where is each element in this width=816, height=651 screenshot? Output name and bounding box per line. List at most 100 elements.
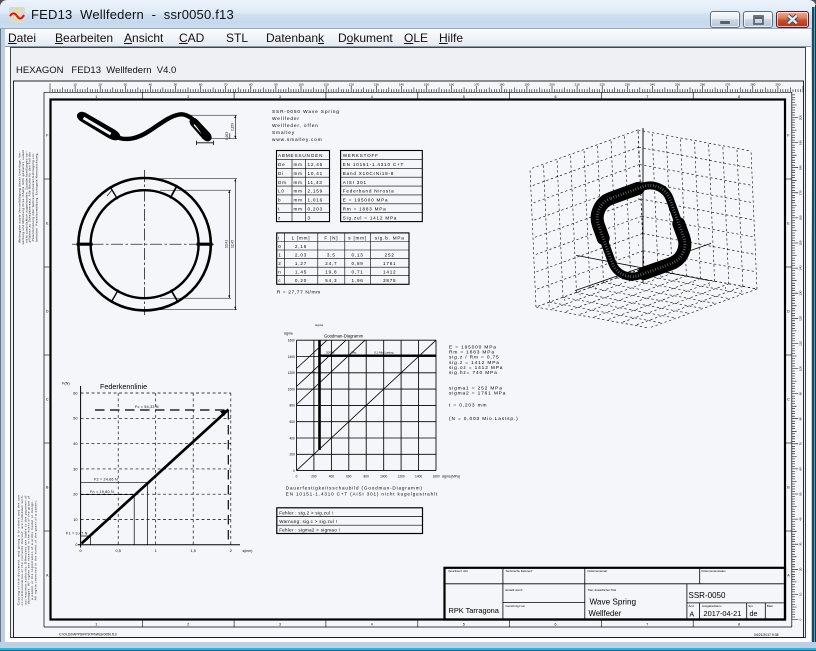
svg-text:SSR-0050 Wave Spring: SSR-0050 Wave Spring	[272, 109, 340, 115]
svg-text:170: 170	[474, 83, 479, 87]
svg-text:Wellfeder, offen: Wellfeder, offen	[272, 123, 319, 129]
svg-text:(N = 0,003 Mio.Lastsp.): (N = 0,003 Mio.Lastsp.)	[449, 416, 519, 422]
svg-text:80: 80	[249, 83, 253, 87]
svg-text:260: 260	[700, 83, 705, 87]
svg-text:mm: mm	[294, 180, 303, 185]
svg-text:19,8: 19,8	[325, 270, 337, 275]
svg-text:40: 40	[799, 517, 803, 521]
svg-text:behalten. Patentanmeldung. Erz: behalten. Patentanmeldung. Erzeugnis-Ken…	[35, 152, 39, 242]
svg-text:0,203: 0,203	[225, 132, 229, 140]
svg-text:F(N): F(N)	[62, 382, 70, 386]
svg-text:5: 5	[463, 95, 465, 99]
svg-text:2,159: 2,159	[231, 123, 235, 131]
svg-text:Änd.: Änd.	[689, 604, 695, 608]
svg-text:Goodman-Diagramm: Goodman-Diagramm	[324, 334, 364, 339]
svg-text:20: 20	[799, 567, 803, 571]
svg-text:1: 1	[278, 252, 281, 257]
svg-text:Wellfeder: Wellfeder	[589, 609, 622, 618]
svg-text:C: C	[787, 397, 790, 401]
svg-text:Rm = 1883 MPa: Rm = 1883 MPa	[449, 350, 495, 356]
svg-text:Mio.: Mio.	[352, 351, 358, 355]
svg-text:R = 27,77 N/mm: R = 27,77 N/mm	[277, 290, 321, 296]
svg-text:3: 3	[308, 215, 311, 220]
svg-text:30: 30	[124, 83, 128, 87]
svg-text:EN 10151-1.4310 C+T (AISI 301): EN 10151-1.4310 C+T (AISI 301) nicht kug…	[286, 492, 438, 497]
svg-text:sigma: sigma	[284, 332, 293, 336]
svg-text:180: 180	[499, 83, 504, 87]
svg-text:1,016: 1,016	[308, 198, 324, 203]
svg-text:3: 3	[279, 623, 281, 627]
svg-text:2: 2	[187, 95, 189, 99]
svg-text:4: 4	[371, 623, 373, 627]
svg-text:Titel, Zusätzlicher Titel: Titel, Zusätzlicher Titel	[588, 588, 617, 592]
svg-text:Warnung: sig.c > sig.zul !: Warnung: sig.c > sig.zul !	[279, 519, 337, 524]
svg-text:230: 230	[625, 83, 630, 87]
svg-text:1,5: 1,5	[191, 549, 196, 553]
svg-text:8: 8	[738, 95, 740, 99]
svg-text:160: 160	[449, 83, 454, 87]
svg-text:s [mm]: s [mm]	[348, 235, 367, 240]
svg-text:De: De	[278, 162, 285, 167]
svg-text:Sig.zul = 1412 MPa: Sig.zul = 1412 MPa	[343, 215, 397, 220]
svg-text:600: 600	[289, 420, 295, 424]
svg-text:de: de	[750, 609, 758, 618]
svg-text:Ausgabedatum: Ausgabedatum	[702, 604, 722, 608]
svg-text:Spr.: Spr.	[748, 604, 753, 608]
svg-text:1: 1	[155, 549, 157, 553]
svg-text:Dokumentenart: Dokumentenart	[588, 569, 608, 573]
svg-text:mm: mm	[294, 206, 303, 211]
svg-text:270: 270	[725, 83, 730, 87]
svg-text:1000: 1000	[288, 387, 295, 391]
svg-text:90: 90	[799, 392, 803, 396]
svg-text:Genehmigt von: Genehmigt von	[506, 604, 526, 608]
svg-text:L [mm]: L [mm]	[292, 235, 311, 240]
svg-text:80: 80	[799, 417, 803, 421]
svg-text:0: 0	[799, 618, 803, 620]
svg-text:Dokumentenstatus: Dokumentenstatus	[702, 569, 727, 573]
svg-text:A: A	[690, 612, 695, 619]
svg-text:i: i	[278, 235, 280, 240]
svg-text:0,89: 0,89	[352, 261, 364, 266]
svg-text:1600: 1600	[288, 339, 295, 343]
svg-text:50: 50	[799, 492, 803, 496]
svg-text:60: 60	[73, 391, 77, 395]
svg-text:1400: 1400	[288, 355, 295, 359]
svg-text:0: 0	[293, 469, 295, 473]
svg-text:Fc = 54,33 N: Fc = 54,33 N	[135, 405, 159, 409]
svg-text:100: 100	[799, 366, 803, 371]
svg-text:z: z	[278, 215, 281, 220]
svg-text:www.smalley.com: www.smalley.com	[272, 137, 323, 143]
svg-text:0,203: 0,203	[308, 206, 324, 211]
svg-text:0: 0	[80, 549, 82, 553]
svg-text:3875: 3875	[383, 278, 396, 283]
svg-text:3: 3	[279, 95, 281, 99]
svg-text:b: b	[278, 198, 281, 203]
svg-text:0,1 Mio.Lastsp.: 0,1 Mio.Lastsp.	[374, 351, 395, 355]
svg-text:1412: 1412	[383, 270, 396, 275]
svg-text:0,71: 0,71	[352, 270, 364, 275]
svg-text:60: 60	[199, 83, 203, 87]
svg-text:s(mm): s(mm)	[243, 549, 253, 553]
svg-text:Wellfeder: Wellfeder	[272, 116, 300, 122]
svg-text:10,41: 10,41	[225, 240, 229, 248]
svg-text:Blatt: Blatt	[767, 604, 773, 608]
svg-text:24,7: 24,7	[325, 261, 337, 266]
svg-text:0,20: 0,20	[295, 278, 307, 283]
svg-text:400: 400	[329, 475, 335, 479]
svg-text:L0: L0	[278, 189, 285, 194]
svg-text:150: 150	[799, 240, 803, 245]
svg-text:D: D	[46, 309, 49, 313]
svg-text:1200: 1200	[398, 475, 405, 479]
svg-text:F2 = 24,66 N: F2 = 24,66 N	[94, 478, 118, 482]
svg-text:252: 252	[385, 252, 395, 257]
svg-text:c: c	[278, 278, 281, 283]
svg-text:Federband Nirosta: Federband Nirosta	[343, 189, 395, 194]
svg-text:200: 200	[311, 475, 317, 479]
svg-text:C:\OLD2\APPS\FP3\TR\Wssr0050.f: C:\OLD2\APPS\FP3\TR\Wssr0050.f13	[59, 632, 117, 636]
svg-text:Erstellt durch: Erstellt durch	[506, 588, 523, 592]
svg-text:1: 1	[95, 95, 97, 99]
svg-text:1761: 1761	[383, 261, 396, 266]
svg-text:04/21/2017 9:38: 04/21/2017 9:38	[754, 633, 779, 637]
svg-text:90: 90	[274, 83, 278, 87]
svg-text:RPK Tarragona: RPK Tarragona	[449, 606, 500, 615]
